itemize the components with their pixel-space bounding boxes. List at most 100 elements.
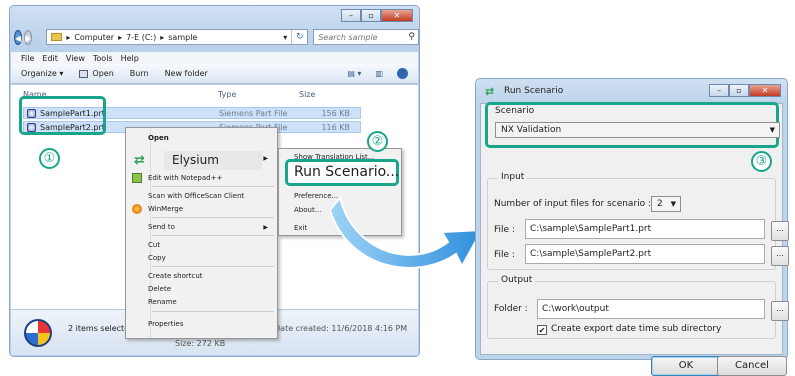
file1-browse-button[interactable]: ... xyxy=(771,221,789,241)
menu-item-exit[interactable]: Exit xyxy=(294,224,307,232)
burn-button[interactable]: Burn xyxy=(130,69,149,78)
dialog-title: Run Scenario xyxy=(504,86,564,96)
search-box[interactable]: ⚲ xyxy=(313,29,419,45)
organize-button[interactable]: Organize ▾ xyxy=(21,69,63,78)
folder-browse-button[interactable]: ... xyxy=(771,301,789,321)
file1-field[interactable]: C:\sample\SamplePart1.prt xyxy=(525,219,765,239)
subdirectory-checkbox[interactable]: ✔ xyxy=(537,325,547,335)
menu-separator xyxy=(152,186,274,187)
search-input[interactable] xyxy=(318,32,409,42)
close-icon[interactable]: ✕ xyxy=(749,84,781,97)
menu-item-properties[interactable]: Properties xyxy=(126,318,277,330)
chevron-down-icon: ▼ xyxy=(769,126,775,134)
breadcrumb-drive[interactable]: 7-E (C:) xyxy=(126,33,156,42)
menu-help[interactable]: Help xyxy=(121,54,139,63)
menu-bar: File Edit View Tools Help xyxy=(11,52,418,64)
file-type: Siemens Part File xyxy=(219,108,288,118)
output-group-label: Output xyxy=(498,275,536,285)
step-badge-2: ② xyxy=(367,131,388,152)
column-size[interactable]: Size xyxy=(299,90,315,99)
breadcrumb-computer[interactable]: Computer xyxy=(74,33,114,42)
input-group-label: Input xyxy=(498,172,528,182)
menu-item-label: WinMerge xyxy=(148,205,183,213)
address-bar[interactable]: ▸ Computer ▸ 7-E (C:) ▸ sample ▾ ↻ xyxy=(46,29,309,45)
scenario-value: NX Validation xyxy=(501,125,562,135)
menu-item-create-shortcut[interactable]: Create shortcut xyxy=(126,270,277,282)
context-menu: Open ⇄ Elysium ▶ Edit with Notepad++ Sca… xyxy=(125,127,278,339)
ok-button[interactable]: OK xyxy=(651,356,721,376)
breadcrumb-sample[interactable]: sample xyxy=(168,33,197,42)
refresh-icon[interactable]: ↻ xyxy=(291,30,307,44)
menu-separator xyxy=(152,266,274,267)
menu-item-elysium[interactable]: ⇄ Elysium ▶ xyxy=(126,150,277,171)
menu-item-open[interactable]: Open xyxy=(126,132,277,144)
total-size: Size: 272 KB xyxy=(175,339,226,348)
file-label: File : xyxy=(494,225,515,235)
maximize-icon[interactable]: ▫ xyxy=(361,9,381,22)
menu-item-send-to[interactable]: Send to ▶ xyxy=(126,221,277,233)
menu-file[interactable]: File xyxy=(21,54,34,63)
window-controls: – ▫ ✕ xyxy=(341,9,413,22)
chevron-right-icon: ▶ xyxy=(263,223,268,231)
new-folder-button[interactable]: New folder xyxy=(165,69,208,78)
search-icon[interactable]: ⚲ xyxy=(408,32,415,42)
close-icon[interactable]: ✕ xyxy=(381,9,413,22)
minimize-icon[interactable]: – xyxy=(709,84,729,97)
folder-label: Folder : xyxy=(494,304,528,314)
open-icon xyxy=(79,69,89,78)
chevron-down-icon: ▼ xyxy=(670,200,676,208)
file2-field[interactable]: C:\sample\SamplePart2.prt xyxy=(525,244,765,264)
menu-item-rename[interactable]: Rename xyxy=(126,296,277,308)
menu-item-delete[interactable]: Delete xyxy=(126,283,277,295)
num-files-select[interactable]: 2 ▼ xyxy=(651,196,681,212)
forward-icon[interactable]: ▶ xyxy=(24,29,33,45)
scenario-select[interactable]: NX Validation ▼ xyxy=(495,122,780,138)
scenario-label: Scenario xyxy=(495,106,535,116)
menu-item-officescan[interactable]: Scan with OfficeScan Client xyxy=(126,190,277,202)
toolbar: Organize ▾ Open Burn New folder ▤ ▾ ▥ ? xyxy=(11,64,418,84)
folder-icon xyxy=(51,33,63,41)
view-options-icon[interactable]: ▤ ▾ xyxy=(347,69,361,78)
num-files-value: 2 xyxy=(657,199,663,209)
num-files-label: Number of input files for scenario : xyxy=(494,199,652,209)
date-created: Date created: 11/6/2018 4:16 PM xyxy=(274,324,408,333)
menu-item-run-scenario[interactable]: Run Scenario... xyxy=(285,159,399,186)
open-button[interactable]: Open xyxy=(79,69,114,78)
menu-item-notepad[interactable]: Edit with Notepad++ xyxy=(126,172,277,184)
maximize-icon[interactable]: ▫ xyxy=(729,84,749,97)
menu-item-winmerge[interactable]: WinMerge xyxy=(126,203,277,215)
winmerge-icon xyxy=(132,204,142,214)
menu-separator xyxy=(152,235,274,236)
step-badge-3: ③ xyxy=(751,151,772,172)
elysium-icon: ⇄ xyxy=(485,85,495,98)
menu-edit[interactable]: Edit xyxy=(42,54,58,63)
cancel-button[interactable]: Cancel xyxy=(717,356,787,376)
notepad-icon xyxy=(132,173,142,183)
menu-item-cut[interactable]: Cut xyxy=(126,239,277,251)
menu-item-about[interactable]: About... xyxy=(294,206,321,214)
menu-item-label: Send to xyxy=(148,223,175,231)
subdirectory-label: Create export date time sub directory xyxy=(551,324,722,334)
chevron-down-icon[interactable]: ▾ xyxy=(283,33,287,42)
nx-logo-icon xyxy=(24,319,52,347)
menu-item-copy[interactable]: Copy xyxy=(126,252,277,264)
menu-separator xyxy=(152,217,274,218)
folder-field[interactable]: C:\work\output xyxy=(537,299,765,319)
column-type[interactable]: Type xyxy=(218,90,236,99)
preview-pane-icon[interactable]: ▥ xyxy=(375,69,383,78)
menu-tools[interactable]: Tools xyxy=(93,54,113,63)
flow-arrow-icon xyxy=(330,195,484,269)
selection-highlight xyxy=(19,96,106,135)
minimize-icon[interactable]: – xyxy=(341,9,361,22)
back-icon[interactable]: ◀ xyxy=(14,29,23,45)
open-label: Open xyxy=(92,69,114,78)
file2-browse-button[interactable]: ... xyxy=(771,246,789,266)
elysium-icon: ⇄ xyxy=(134,153,145,168)
file-label: File : xyxy=(494,250,515,260)
menu-item-label: Edit with Notepad++ xyxy=(148,174,223,182)
elysium-label: Elysium xyxy=(164,151,262,170)
address-row: ◀ ▶ ▸ Computer ▸ 7-E (C:) ▸ sample ▾ ↻ ⚲ xyxy=(14,28,419,46)
window-controls: – ▫ ✕ xyxy=(709,84,781,97)
menu-view[interactable]: View xyxy=(66,54,85,63)
help-icon[interactable]: ? xyxy=(397,68,408,79)
